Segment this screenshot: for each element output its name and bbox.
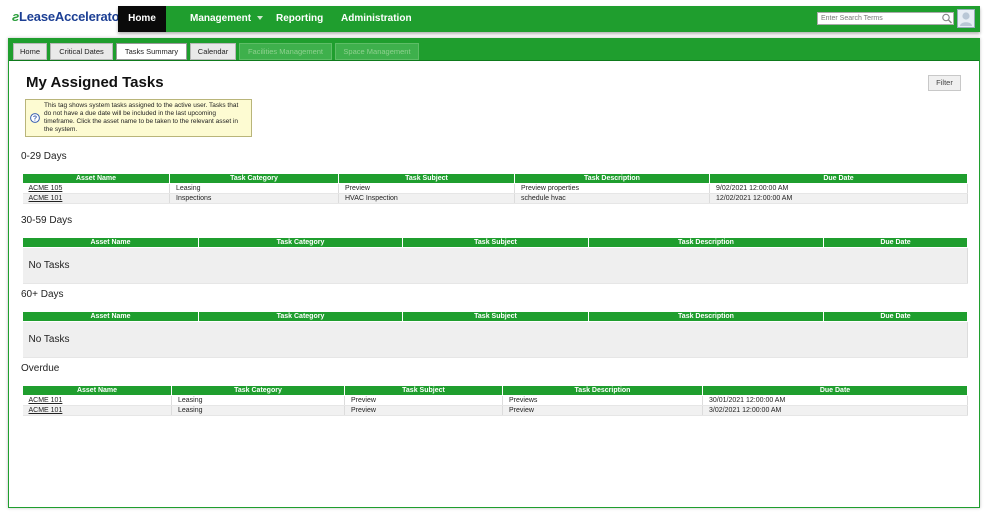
empty-row: No Tasks <box>22 321 968 358</box>
asset-cell: ACME 101 <box>22 395 172 406</box>
col-due-date[interactable]: Due Date <box>702 385 968 396</box>
top-bar: ƨLeaseAccelerator Home Management Report… <box>8 4 980 32</box>
main-nav: Home Management Reporting Administration… <box>118 6 980 32</box>
info-icon: ? <box>30 113 40 123</box>
info-text: This tag shows system tasks assigned to … <box>44 102 239 133</box>
subject-cell: Preview <box>344 405 503 416</box>
user-avatar-icon[interactable] <box>957 9 975 28</box>
tasks-table-30-59: Asset Name Task Category Task Subject Ta… <box>22 237 968 284</box>
category-cell: Leasing <box>171 405 345 416</box>
description-cell: Preview <box>502 405 703 416</box>
nav-management-label: Management <box>190 13 252 24</box>
description-cell: schedule hvac <box>514 193 710 204</box>
logo-mark-icon: ƨ <box>12 9 20 24</box>
asset-link[interactable]: ACME 101 <box>29 397 63 404</box>
tab-calendar[interactable]: Calendar <box>190 43 236 60</box>
tab-tasks-summary[interactable]: Tasks Summary <box>116 43 187 60</box>
col-task-subject[interactable]: Task Subject <box>402 311 589 322</box>
empty-row: No Tasks <box>22 247 968 284</box>
asset-cell: ACME 101 <box>22 405 172 416</box>
subject-cell: Preview <box>338 183 515 194</box>
table-row: ACME 105 Leasing Preview Preview propert… <box>22 183 968 194</box>
col-asset-name[interactable]: Asset Name <box>22 173 170 184</box>
due-date-cell: 3/02/2021 12:00:00 AM <box>702 405 968 416</box>
col-task-description[interactable]: Task Description <box>588 237 824 248</box>
subject-cell: HVAC Inspection <box>338 193 515 204</box>
no-tasks-text: No Tasks <box>22 247 968 284</box>
info-box: ? This tag shows system tasks assigned t… <box>25 99 252 137</box>
due-date-cell: 9/02/2021 12:00:00 AM <box>709 183 968 194</box>
app-window: ƨLeaseAccelerator Home Management Report… <box>8 4 980 508</box>
col-task-category[interactable]: Task Category <box>171 385 345 396</box>
col-task-category[interactable]: Task Category <box>198 311 403 322</box>
nav-management[interactable]: Management <box>178 6 275 32</box>
table-row: ACME 101 Inspections HVAC Inspection sch… <box>22 193 968 204</box>
tab-facilities-management: Facilities Management <box>239 43 332 60</box>
col-task-category[interactable]: Task Category <box>169 173 339 184</box>
tab-critical-dates[interactable]: Critical Dates <box>50 43 113 60</box>
asset-link[interactable]: ACME 101 <box>29 407 63 414</box>
col-asset-name[interactable]: Asset Name <box>22 385 172 396</box>
sub-nav: Home Critical Dates Tasks Summary Calend… <box>9 39 979 61</box>
section-title-overdue: Overdue <box>21 363 60 374</box>
svg-text:?: ? <box>33 116 37 123</box>
category-cell: Inspections <box>169 193 339 204</box>
col-task-subject[interactable]: Task Subject <box>338 173 515 184</box>
col-task-category[interactable]: Task Category <box>198 237 403 248</box>
search-icon[interactable] <box>940 12 954 25</box>
table-row: ACME 101 Leasing Preview Previews 30/01/… <box>22 395 968 406</box>
brand-name: LeaseAccelerator <box>19 9 125 24</box>
tasks-table-60-plus: Asset Name Task Category Task Subject Ta… <box>22 311 968 358</box>
search-input[interactable]: Enter Search Terms <box>817 12 954 25</box>
no-tasks-text: No Tasks <box>22 321 968 358</box>
col-asset-name[interactable]: Asset Name <box>22 311 199 322</box>
asset-link[interactable]: ACME 105 <box>29 185 63 192</box>
col-task-description[interactable]: Task Description <box>588 311 824 322</box>
due-date-cell: 30/01/2021 12:00:00 AM <box>702 395 968 406</box>
asset-cell: ACME 101 <box>22 193 170 204</box>
tab-space-management: Space Management <box>335 43 419 60</box>
tasks-table-overdue: Asset Name Task Category Task Subject Ta… <box>22 385 968 416</box>
col-task-description[interactable]: Task Description <box>502 385 703 396</box>
tasks-table-0-29: Asset Name Task Category Task Subject Ta… <box>22 173 968 204</box>
section-title-60-plus: 60+ Days <box>21 289 64 300</box>
nav-reporting[interactable]: Reporting <box>264 6 335 32</box>
asset-link[interactable]: ACME 101 <box>29 195 63 202</box>
nav-administration[interactable]: Administration <box>329 6 424 32</box>
col-task-subject[interactable]: Task Subject <box>344 385 503 396</box>
col-task-subject[interactable]: Task Subject <box>402 237 589 248</box>
col-task-description[interactable]: Task Description <box>514 173 710 184</box>
filter-button[interactable]: Filter <box>928 75 961 91</box>
col-due-date[interactable]: Due Date <box>823 311 968 322</box>
brand-logo[interactable]: ƨLeaseAccelerator <box>12 9 124 24</box>
category-cell: Leasing <box>169 183 339 194</box>
nav-home[interactable]: Home <box>118 6 166 32</box>
asset-cell: ACME 105 <box>22 183 170 194</box>
subject-cell: Preview <box>344 395 503 406</box>
page-title: My Assigned Tasks <box>26 74 164 91</box>
table-row: ACME 101 Leasing Preview Preview 3/02/20… <box>22 405 968 416</box>
col-due-date[interactable]: Due Date <box>823 237 968 248</box>
description-cell: Previews <box>502 395 703 406</box>
col-asset-name[interactable]: Asset Name <box>22 237 199 248</box>
description-cell: Preview properties <box>514 183 710 194</box>
tab-home[interactable]: Home <box>13 43 47 60</box>
content-panel: Home Critical Dates Tasks Summary Calend… <box>8 38 980 508</box>
section-title-30-59: 30-59 Days <box>21 215 73 226</box>
chevron-down-icon <box>257 16 264 21</box>
col-due-date[interactable]: Due Date <box>709 173 968 184</box>
section-title-0-29: 0-29 Days <box>21 151 67 162</box>
due-date-cell: 12/02/2021 12:00:00 AM <box>709 193 968 204</box>
category-cell: Leasing <box>171 395 345 406</box>
